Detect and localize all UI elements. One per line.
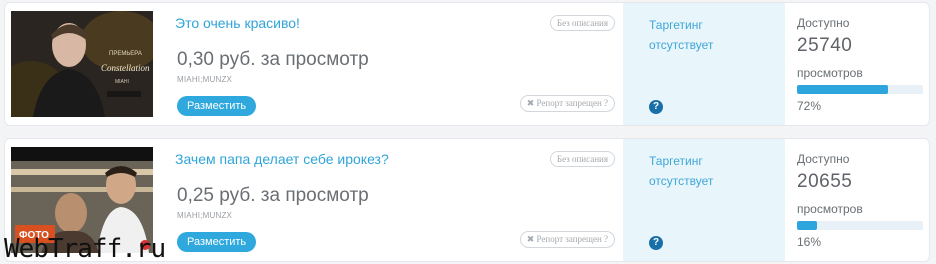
- progress-percent: 16%: [797, 235, 822, 249]
- targeting-panel: Таргетинг отсутствует ?: [623, 139, 785, 261]
- progress-bar: [797, 85, 923, 94]
- targeting-status: Таргетинг отсутствует: [649, 154, 714, 188]
- channel-author: MIAHI;MUNZX: [177, 211, 233, 220]
- svg-text:MIAHI: MIAHI: [115, 79, 129, 85]
- views-label: просмотров: [797, 66, 863, 80]
- availability-stats: Доступно 20655 просмотров 16%: [785, 139, 929, 261]
- place-button[interactable]: Разместить: [177, 96, 257, 116]
- offer-card: ПРЕМЬЕРА Constellation MIAHI Это очень к…: [4, 2, 930, 126]
- help-icon[interactable]: ?: [649, 100, 663, 114]
- targeting-status: Таргетинг отсутствует: [649, 18, 714, 52]
- offer-info: Это очень красиво! Без описания 0,30 руб…: [175, 3, 621, 125]
- report-button[interactable]: ✖ Репорт запрещен ?: [519, 95, 615, 112]
- no-description-badge: Без описания: [549, 151, 615, 167]
- availability-stats: Доступно 25740 просмотров 72%: [785, 3, 929, 125]
- progress-percent: 72%: [797, 99, 822, 113]
- progress-bar: [797, 221, 923, 230]
- available-label: Доступно: [797, 16, 850, 30]
- help-icon[interactable]: ?: [649, 236, 663, 250]
- views-count: 25740: [797, 35, 853, 56]
- price-per-view: 0,25 руб. за просмотр: [177, 185, 369, 206]
- available-label: Доступно: [797, 152, 850, 166]
- views-label: просмотров: [797, 202, 863, 216]
- watermark-text: WebTraff.ru: [4, 234, 166, 264]
- video-thumbnail[interactable]: ПРЕМЬЕРА Constellation MIAHI: [11, 11, 153, 117]
- video-title-link[interactable]: Это очень красиво!: [175, 15, 300, 31]
- report-button[interactable]: ✖ Репорт запрещен ?: [519, 231, 615, 248]
- ad-offer-list: ПРЕМЬЕРА Constellation MIAHI Это очень к…: [0, 0, 936, 264]
- svg-text:Constellation: Constellation: [101, 63, 150, 73]
- progress-bar-fill: [797, 85, 888, 94]
- offer-info: Зачем папа делает себе ирокез? Без описа…: [175, 139, 621, 261]
- no-description-badge: Без описания: [549, 15, 615, 31]
- views-count: 20655: [797, 171, 853, 192]
- video-title-link[interactable]: Зачем папа делает себе ирокез?: [175, 151, 389, 167]
- svg-text:ПРЕМЬЕРА: ПРЕМЬЕРА: [109, 51, 142, 57]
- progress-bar-fill: [797, 221, 818, 230]
- targeting-panel: Таргетинг отсутствует ?: [623, 3, 785, 125]
- place-button[interactable]: Разместить: [177, 232, 257, 252]
- price-per-view: 0,30 руб. за просмотр: [177, 49, 369, 70]
- channel-author: MIAHI;MUNZX: [177, 75, 233, 84]
